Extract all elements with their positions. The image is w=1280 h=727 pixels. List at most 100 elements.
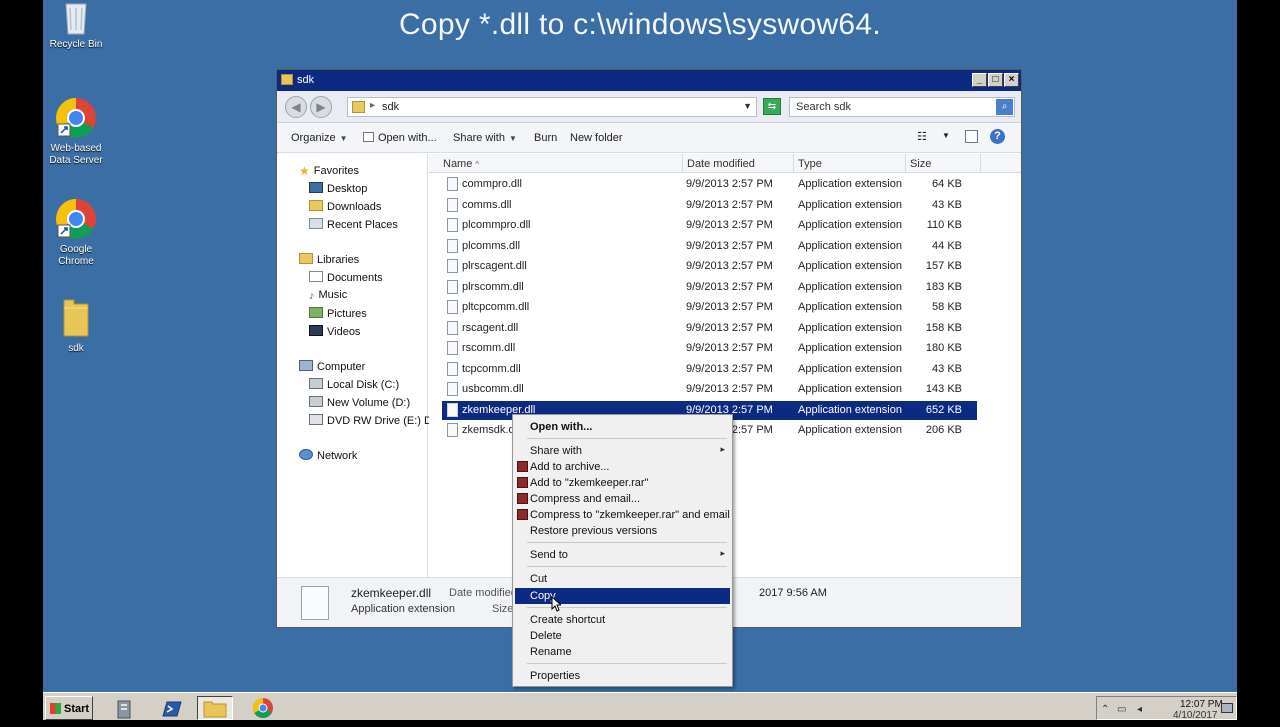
menu-item-label: Add to "zkemkeeper.rar" (530, 477, 649, 489)
taskbar-server-manager-button[interactable] (107, 696, 143, 720)
google-chrome-desktop-icon[interactable]: Google Chrome (43, 197, 111, 268)
chevron-down-icon[interactable]: ▼ (743, 101, 752, 111)
dll-file-icon (447, 361, 458, 376)
burn-button[interactable]: Burn (534, 132, 557, 144)
nav-music[interactable]: ♪ Music (309, 289, 347, 302)
column-divider[interactable] (980, 154, 981, 173)
nav-computer[interactable]: Computer (299, 360, 365, 373)
navigation-pane: ★ Favorites Desktop Downloads Recent Plac… (277, 154, 440, 577)
nav-videos[interactable]: Videos (309, 325, 360, 338)
file-row[interactable]: pltcpcomm.dll 9/9/2013 2:57 PM Application… (442, 298, 977, 317)
menu-item-rename[interactable]: Rename (515, 644, 730, 660)
winrar-icon (517, 477, 528, 488)
column-divider[interactable] (793, 154, 794, 173)
column-header-date-modified[interactable]: Date modified (687, 158, 755, 170)
open-with-button[interactable]: Open with... (363, 132, 437, 144)
menu-item-label: Add to archive... (530, 461, 610, 473)
file-row[interactable]: comms.dll 9/9/2013 2:57 PM Application ext… (442, 196, 977, 215)
menu-item-copy[interactable]: Copy (515, 588, 730, 604)
organize-button[interactable]: Organize ▼ (291, 132, 348, 144)
nav-pictures[interactable]: Pictures (309, 307, 367, 320)
file-row[interactable]: usbcomm.dll 9/9/2013 2:57 PM Application e… (442, 380, 977, 399)
menu-item-open-with[interactable]: Open with... (515, 419, 730, 435)
volume-tray-icon[interactable]: ◂ (1137, 704, 1142, 715)
nav-network[interactable]: Network (299, 449, 357, 462)
file-row[interactable]: plcommpro.dll 9/9/2013 2:57 PM Application… (442, 216, 977, 235)
search-icon[interactable]: ⌕ (996, 99, 1013, 115)
menu-item-cut[interactable]: Cut (515, 571, 730, 587)
chevron-down-icon[interactable]: ▼ (942, 131, 950, 140)
menu-item-compress-and-email[interactable]: Compress and email... (515, 491, 730, 507)
menu-separator (527, 566, 727, 567)
breadcrumb[interactable]: sdk (382, 101, 399, 113)
nav-dvd-drive[interactable]: DVD RW Drive (E:) DH (309, 414, 440, 427)
address-field[interactable]: ▸ sdk ▼ (347, 97, 757, 117)
network-tray-icon[interactable]: ▭ (1117, 704, 1126, 715)
search-input[interactable]: Search sdk ⌕ (789, 97, 1015, 117)
nav-favorites[interactable]: ★ Favorites (299, 164, 359, 178)
menu-item-properties[interactable]: Properties (515, 668, 730, 684)
address-bar-area: ◀ ▶ ▸ sdk ▼ ⇆ Search sdk ⌕ (277, 91, 1021, 123)
show-hidden-icons-icon[interactable]: ⌃ (1101, 704, 1109, 715)
preview-pane-icon[interactable] (965, 130, 978, 143)
clock-date[interactable]: 4/10/2017 (1173, 710, 1218, 721)
help-icon[interactable]: ? (990, 129, 1005, 144)
refresh-button[interactable]: ⇆ (763, 98, 781, 115)
maximize-button[interactable]: □ (988, 73, 1003, 87)
forward-button[interactable]: ▶ (310, 96, 332, 118)
web-based-data-server-desktop-icon[interactable]: Web-based Data Server (43, 96, 111, 167)
title-bar[interactable]: sdk _ □ × (277, 70, 1021, 91)
column-header-size[interactable]: Size (910, 158, 931, 170)
column-divider[interactable] (905, 154, 906, 173)
submenu-arrow-icon: ▸ (720, 548, 725, 558)
nav-new-volume[interactable]: New Volume (D:) (309, 396, 410, 409)
nav-libraries[interactable]: Libraries (299, 253, 359, 266)
menu-item-add-to-archive[interactable]: Add to archive... (515, 459, 730, 475)
menu-item-add-to-rar[interactable]: Add to "zkemkeeper.rar" (515, 475, 730, 491)
column-divider[interactable] (682, 154, 683, 173)
taskbar-powershell-button[interactable] (153, 696, 189, 720)
menu-item-label: Compress to "zkemkeeper.rar" and email (530, 509, 730, 521)
file-row[interactable]: plcomms.dll 9/9/2013 2:57 PM Application e… (442, 237, 977, 256)
file-row[interactable]: rscagent.dll 9/9/2013 2:57 PM Application … (442, 319, 977, 338)
file-row[interactable]: rscomm.dll 9/9/2013 2:57 PM Application ex… (442, 339, 977, 358)
file-row[interactable]: plrscomm.dll 9/9/2013 2:57 PM Application … (442, 278, 977, 297)
nav-desktop[interactable]: Desktop (309, 182, 367, 195)
view-options-icon[interactable]: ☷ (917, 130, 927, 143)
file-type: Application extension (798, 424, 902, 436)
file-row[interactable]: plrscagent.dll 9/9/2013 2:57 PM Applicatio… (442, 257, 977, 276)
minimize-button[interactable]: _ (972, 73, 987, 87)
context-menu: Open with... Share with ▸ Add to archive.… (512, 414, 733, 687)
file-type: Application extension (798, 383, 902, 395)
start-button[interactable]: Start (45, 696, 93, 720)
menu-item-compress-rar-email[interactable]: Compress to "zkemkeeper.rar" and email (515, 507, 730, 523)
menu-item-delete[interactable]: Delete (515, 628, 730, 644)
column-header-type[interactable]: Type (798, 158, 822, 170)
clock-time[interactable]: 12:07 PM (1180, 699, 1223, 710)
nav-local-disk[interactable]: Local Disk (C:) (309, 378, 399, 391)
show-desktop-icon[interactable] (1221, 703, 1233, 713)
file-type: Application extension (798, 362, 902, 375)
menu-item-send-to[interactable]: Send to ▸ (515, 547, 730, 563)
nav-documents[interactable]: Documents (309, 271, 383, 284)
menu-item-label: Send to (530, 549, 568, 561)
menu-item-label: Rename (530, 646, 572, 658)
share-with-button[interactable]: Share with ▼ (453, 132, 517, 144)
file-row[interactable]: commpro.dll 9/9/2013 2:57 PM Application e… (442, 175, 977, 194)
menu-item-restore-previous-versions[interactable]: Restore previous versions (515, 523, 730, 539)
back-button[interactable]: ◀ (285, 96, 307, 118)
sdk-folder-desktop-icon[interactable]: sdk (43, 296, 111, 355)
new-folder-button[interactable]: New folder (570, 132, 623, 144)
close-button[interactable]: × (1004, 73, 1019, 87)
menu-item-create-shortcut[interactable]: Create shortcut (515, 612, 730, 628)
screen: Copy *.dll to c:\windows\syswow64. Recyc… (0, 0, 1280, 721)
taskbar-explorer-button[interactable] (197, 696, 233, 720)
nav-recent-places[interactable]: Recent Places (309, 218, 398, 231)
file-row[interactable]: tcpcomm.dll 9/9/2013 2:57 PM Application e… (442, 360, 977, 379)
file-size: 183 KB (925, 280, 962, 293)
menu-item-share-with[interactable]: Share with ▸ (515, 443, 730, 459)
nav-downloads[interactable]: Downloads (309, 200, 381, 213)
recycle-bin-desktop-icon[interactable]: Recycle Bin (43, 0, 111, 51)
column-header-name[interactable]: Name ^ (443, 158, 479, 170)
taskbar-chrome-button[interactable] (245, 696, 281, 720)
